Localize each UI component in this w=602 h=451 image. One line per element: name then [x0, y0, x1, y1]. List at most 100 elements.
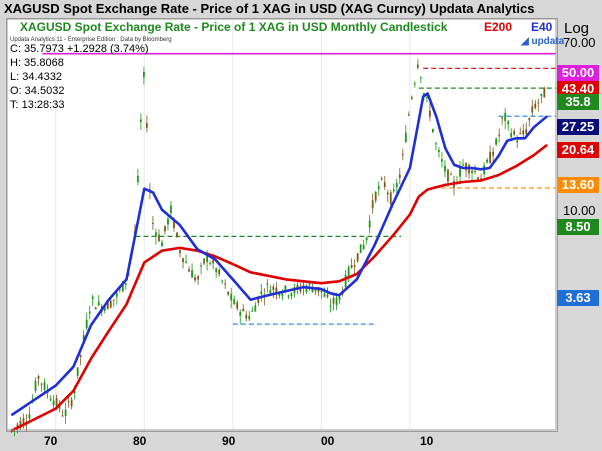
- candle-body: [242, 308, 245, 312]
- candle-body: [281, 293, 284, 296]
- candle-body: [37, 376, 40, 379]
- candle-body: [260, 291, 263, 295]
- candle-body: [88, 311, 91, 314]
- candle-body: [522, 130, 525, 135]
- candle-body: [64, 409, 67, 416]
- x-tick-label: 90: [222, 434, 236, 448]
- candle-body: [170, 205, 172, 214]
- candle-body: [251, 310, 254, 312]
- candle-body: [230, 293, 233, 301]
- candle-body: [287, 295, 290, 297]
- candle-body: [332, 298, 335, 304]
- candle-body: [510, 132, 513, 138]
- candle-body: [212, 259, 215, 264]
- candle-body: [314, 289, 317, 292]
- candle-body: [52, 400, 55, 406]
- candle-body: [85, 319, 88, 329]
- candle-body: [142, 71, 145, 78]
- candle-body: [344, 274, 347, 288]
- price-tag: 8.50: [557, 219, 599, 235]
- candle-body: [392, 189, 395, 192]
- candle-body: [139, 119, 142, 123]
- candle-body: [413, 83, 416, 85]
- candle-body: [528, 118, 531, 121]
- candle-body: [386, 192, 389, 195]
- candle-body: [540, 93, 543, 97]
- candle-body: [441, 159, 443, 162]
- candle-body: [200, 265, 202, 267]
- candle-body: [407, 114, 410, 116]
- candle-body: [537, 102, 540, 104]
- candle-body: [335, 297, 338, 306]
- candle-body: [371, 200, 374, 209]
- candle-body: [389, 192, 392, 205]
- candle-body: [404, 132, 407, 142]
- candle-body: [329, 305, 332, 307]
- candle-body: [416, 64, 419, 68]
- candle-body: [326, 294, 329, 297]
- candle-body: [534, 103, 537, 109]
- candle-body: [362, 244, 365, 250]
- candle-body: [501, 117, 504, 119]
- candle-body: [164, 225, 166, 232]
- candle-body: [161, 242, 163, 247]
- candle-body: [182, 258, 184, 263]
- candle-body: [308, 283, 311, 285]
- x-tick-label: 00: [321, 434, 335, 448]
- legend-series-label: XAGUSD Spot Exchange Rate - Price of 1 X…: [20, 20, 448, 34]
- candle-body: [323, 293, 326, 297]
- candle-body: [188, 269, 190, 272]
- candle-body: [203, 258, 206, 264]
- candle-body: [380, 178, 383, 180]
- candle-body: [40, 383, 43, 385]
- candle-body: [179, 250, 181, 254]
- candle-body: [239, 311, 242, 316]
- candle-body: [489, 152, 492, 164]
- candle-body: [67, 401, 70, 403]
- legend-e200: E200: [484, 20, 513, 34]
- info-low: L: 34.4332: [10, 71, 62, 83]
- candle-body: [492, 151, 495, 156]
- candle-body: [176, 232, 178, 237]
- candle-body: [513, 131, 516, 135]
- candle-body: [191, 270, 193, 278]
- price-tag: 20.64: [557, 142, 599, 158]
- x-tick-label: 70: [44, 434, 58, 448]
- candle-body: [338, 296, 341, 301]
- candle-body: [136, 175, 139, 183]
- e40-line: [10, 92, 548, 417]
- candle-body: [498, 134, 501, 137]
- candle-body: [269, 289, 272, 294]
- candle-body: [155, 232, 157, 237]
- chart-svg[interactable]: [0, 0, 602, 451]
- price-tag: 35.8: [557, 94, 599, 110]
- candle-body: [43, 382, 46, 391]
- candle-body: [248, 315, 251, 320]
- candle-body: [368, 220, 371, 228]
- candle-body: [462, 164, 464, 166]
- candle-body: [124, 283, 127, 285]
- price-tag: 13.60: [557, 177, 599, 193]
- candle-body: [543, 87, 546, 98]
- candle-body: [112, 299, 115, 301]
- candle-body: [185, 261, 187, 263]
- candle-body: [91, 296, 94, 299]
- y-tick-label: 10.00: [563, 203, 596, 218]
- candle-body: [209, 263, 212, 265]
- candle-body: [197, 276, 199, 280]
- candle-body: [504, 112, 507, 121]
- candle-body: [429, 110, 431, 117]
- updata-logo-icon: ◢ updata: [521, 36, 565, 47]
- candle-body: [245, 314, 248, 319]
- candle-body: [146, 123, 148, 128]
- y-tick-label: 70.00: [563, 35, 596, 50]
- candle-body: [474, 170, 476, 172]
- candle-body: [299, 288, 302, 292]
- price-tag: 27.25: [557, 119, 599, 135]
- candle-body: [320, 290, 323, 293]
- candle-body: [28, 414, 31, 419]
- candle-body: [76, 367, 79, 376]
- candle-body: [419, 77, 422, 79]
- candle-body: [79, 355, 82, 357]
- candle-body: [167, 218, 169, 225]
